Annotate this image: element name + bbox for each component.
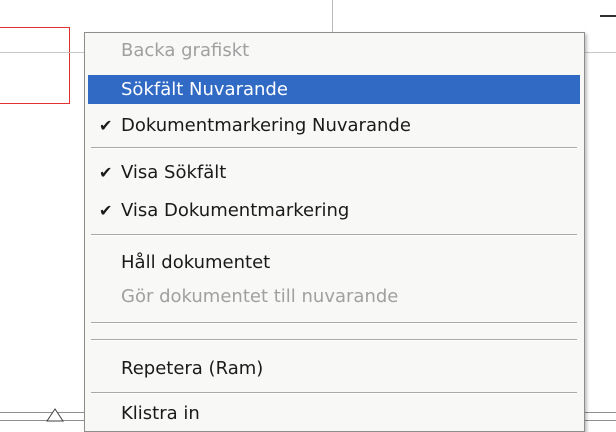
canvas-vertical-line xyxy=(332,0,333,34)
menu-item-klistra-in[interactable]: Klistra in xyxy=(88,399,580,428)
triangle-shape-icon xyxy=(46,408,64,422)
menu-separator xyxy=(91,234,577,236)
checkmark-icon: ✔ xyxy=(99,201,113,220)
menu-separator xyxy=(91,322,577,324)
menu-item-visa-sokfalt[interactable]: ✔ Visa Sökfält xyxy=(88,158,580,187)
menu-item-label: Gör dokumentet till nuvarande xyxy=(121,286,399,307)
checkmark-icon: ✔ xyxy=(99,163,113,182)
context-menu: Backa grafiskt Sökfält Nuvarande ✔ Dokum… xyxy=(84,32,585,432)
menu-item-label: Dokumentmarkering Nuvarande xyxy=(121,115,411,136)
menu-separator xyxy=(91,392,577,394)
menu-item-label: Sökfält Nuvarande xyxy=(121,79,288,100)
menu-item-label: Håll dokumentet xyxy=(121,252,271,273)
menu-item-repetera-ram[interactable]: Repetera (Ram) xyxy=(88,354,580,383)
menu-item-label: Visa Sökfält xyxy=(121,162,227,183)
menu-separator xyxy=(91,147,577,149)
menu-item-sokfalt-nuvarande[interactable]: Sökfält Nuvarande xyxy=(88,75,580,104)
checkmark-icon: ✔ xyxy=(99,116,113,135)
menu-item-label: Repetera (Ram) xyxy=(121,358,264,379)
canvas-dash-mark xyxy=(600,15,616,17)
menu-separator xyxy=(91,339,577,341)
red-selection-rectangle xyxy=(0,27,70,104)
menu-item-label: Visa Dokumentmarkering xyxy=(121,200,350,221)
menu-item-dokumentmarkering-nuvarande[interactable]: ✔ Dokumentmarkering Nuvarande xyxy=(88,111,580,140)
menu-item-gor-dokumentet-till-nuvarande[interactable]: Gör dokumentet till nuvarande xyxy=(88,282,580,311)
menu-item-label: Klistra in xyxy=(121,403,200,424)
menu-item-visa-dokumentmarkering[interactable]: ✔ Visa Dokumentmarkering xyxy=(88,196,580,225)
menu-item-hall-dokumentet[interactable]: Håll dokumentet xyxy=(88,248,580,277)
menu-item-label: Backa grafiskt xyxy=(121,40,250,61)
menu-item-backa-grafiskt[interactable]: Backa grafiskt xyxy=(88,36,580,65)
